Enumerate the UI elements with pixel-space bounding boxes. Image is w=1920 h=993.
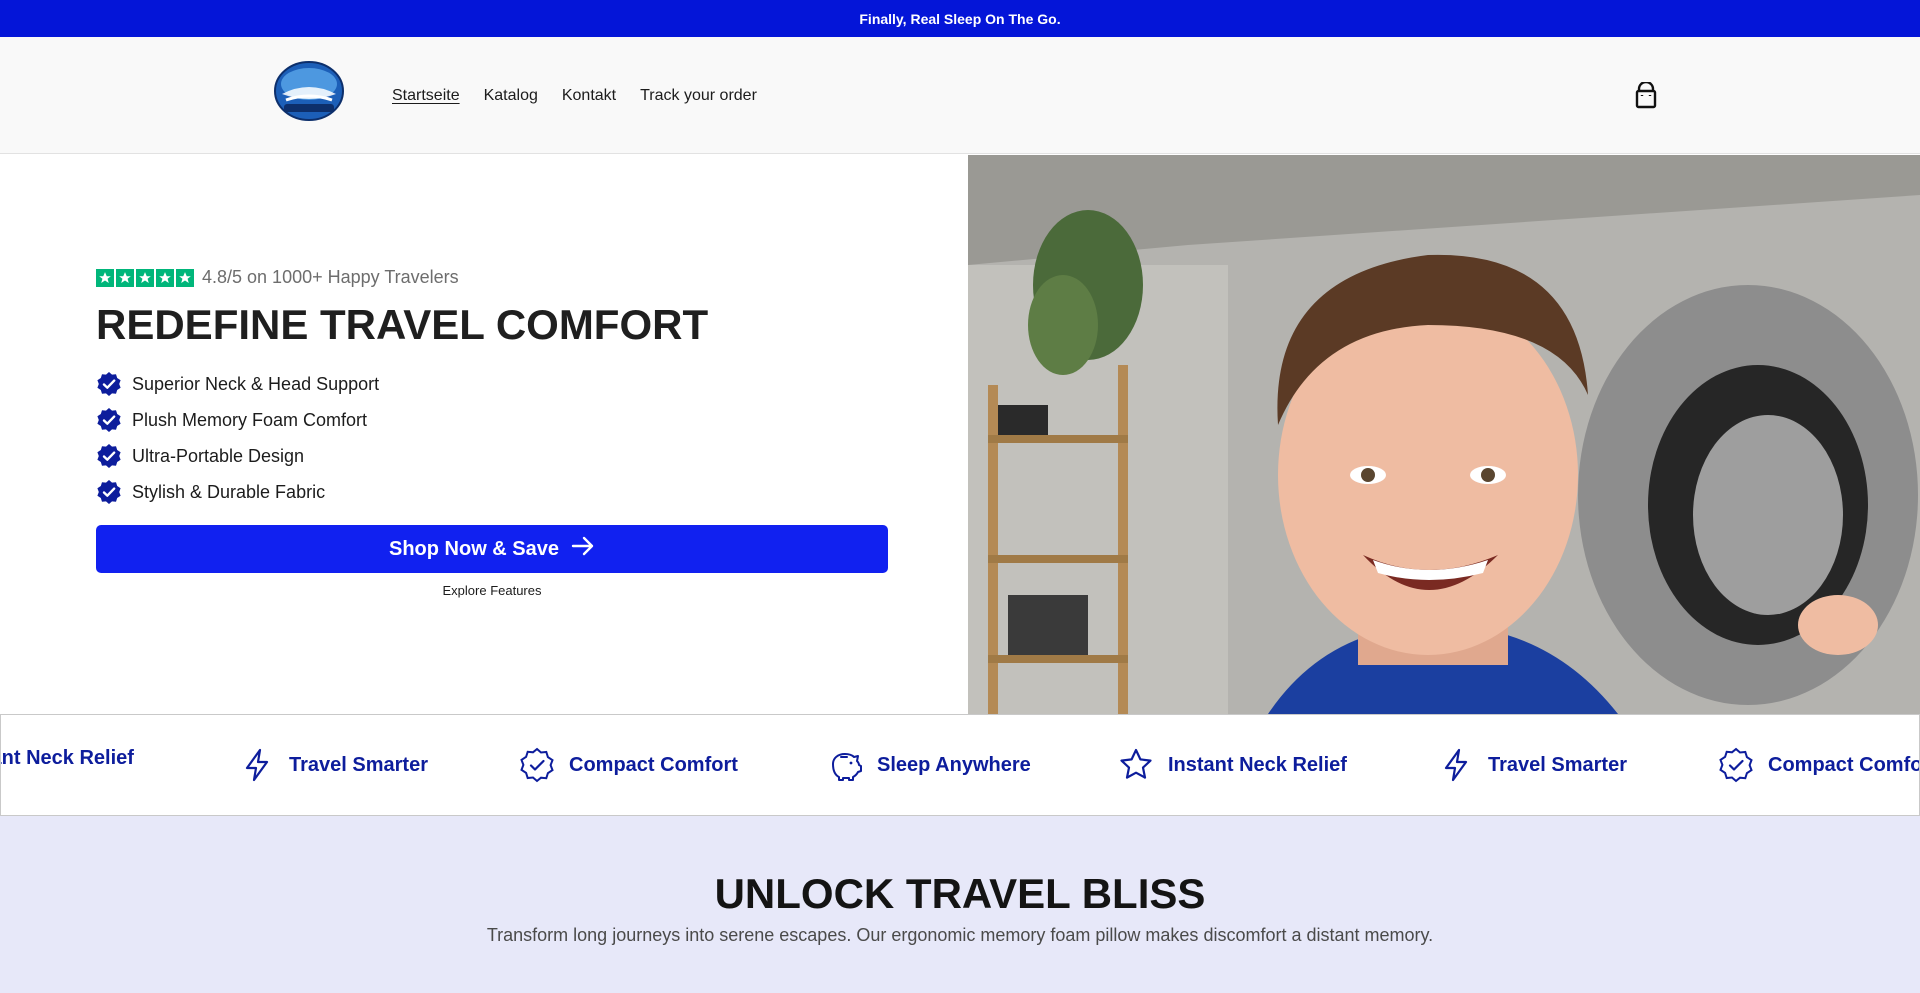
section-subtitle: Transform long journeys into serene esca… [486,925,1434,945]
marquee-item: Travel Smarter [1438,747,1627,783]
feature-label: Plush Memory Foam Comfort [132,409,368,430]
check-badge-icon [96,479,122,505]
nav-item-startseite[interactable]: Startseite [392,87,460,105]
check-badge-icon [96,443,122,469]
rating-row: 4.8/5 on 1000+ Happy Travelers [96,267,459,288]
marquee-label: Instant Neck Relief [1,747,134,769]
marquee-item: Compact Comfort [1718,747,1919,783]
hero-section: 4.8/5 on 1000+ Happy Travelers REDEFINE … [0,155,1920,714]
arrow-right-icon [571,536,595,562]
marquee-label: Travel Smarter [1488,753,1627,776]
feature-list: Superior Neck & Head Support Plush Memor… [96,366,379,510]
lightning-icon [245,748,269,782]
marquee-label: Compact Comfort [569,753,738,776]
hero-headline: REDEFINE TRAVEL COMFORT [96,301,709,348]
announcement-text: Finally, Real Sleep On The Go. [859,10,1061,27]
marquee-item: Sleep Anywhere [827,747,1031,783]
benefits-marquee: Instant Neck Relief Travel Smarter Compa… [0,714,1920,816]
lightning-icon [1444,748,1468,782]
star-icon [176,268,194,287]
marquee-item: Instant Neck Relief [1,747,134,770]
rating-text: 4.8/5 on 1000+ Happy Travelers [202,267,459,287]
check-badge-icon [96,407,122,433]
badge-check-icon [520,747,554,783]
main-nav: Startseite Katalog Kontakt Track your or… [392,37,757,154]
hero-image [968,155,1920,714]
feature-item: Ultra-Portable Design [96,438,379,474]
marquee-label: Compact Comfort [1768,753,1919,776]
marquee-item: Travel Smarter [239,747,428,783]
marquee-label: Travel Smarter [289,753,428,776]
feature-label: Ultra-Portable Design [132,445,305,466]
unlock-section: UNLOCK TRAVEL BLISS Transform long journ… [0,816,1920,993]
nav-item-track-order[interactable]: Track your order [640,87,757,105]
star-icon [136,268,154,287]
piggy-bank-icon [832,753,862,781]
feature-label: Superior Neck & Head Support [132,373,380,394]
shop-now-label: Shop Now & Save [388,537,560,560]
announcement-bar: Finally, Real Sleep On The Go. [0,0,1920,37]
explore-features-link[interactable]: Explore Features [96,583,888,598]
marquee-label: Sleep Anywhere [877,753,1031,776]
badge-check-icon [1719,747,1753,783]
star-icon [156,268,174,287]
feature-label: Stylish & Durable Fabric [132,481,326,502]
site-header: Startseite Katalog Kontakt Track your or… [0,37,1920,154]
hero-content: 4.8/5 on 1000+ Happy Travelers REDEFINE … [0,155,968,714]
nav-item-kontakt[interactable]: Kontakt [562,87,616,105]
feature-item: Stylish & Durable Fabric [96,474,379,510]
marquee-item: Instant Neck Relief [1118,747,1347,783]
check-badge-icon [96,371,122,397]
trustpilot-stars [96,268,194,287]
star-icon [96,268,114,287]
shop-now-button[interactable]: Shop Now & Save [96,525,888,573]
star-icon [1120,748,1152,779]
section-title: UNLOCK TRAVEL BLISS [714,870,1206,917]
feature-item: Plush Memory Foam Comfort [96,402,379,438]
marquee-item: Compact Comfort [519,747,738,783]
nav-item-katalog[interactable]: Katalog [484,87,538,105]
cart-bag-icon[interactable] [1633,80,1659,110]
marquee-label: Instant Neck Relief [1168,753,1347,776]
star-icon [116,268,134,287]
store-logo[interactable] [272,60,346,122]
feature-item: Superior Neck & Head Support [96,366,379,402]
